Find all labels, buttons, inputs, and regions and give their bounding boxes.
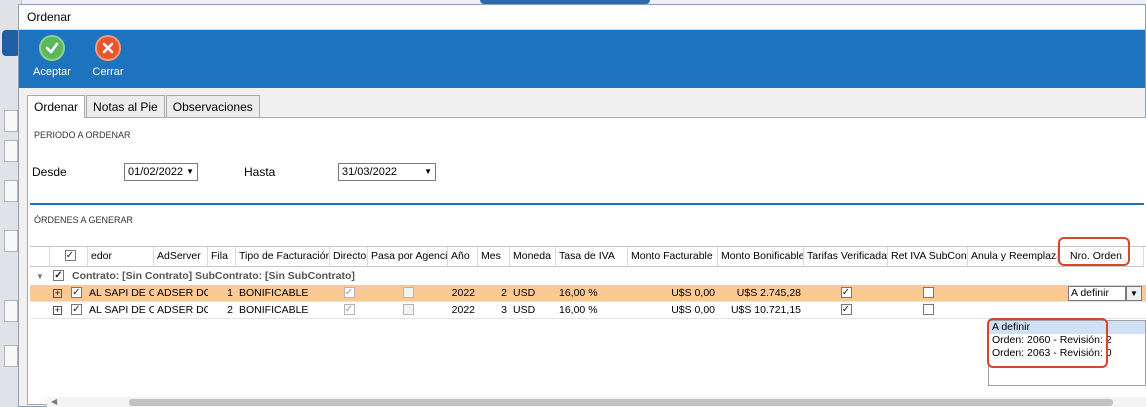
cell-directo: ✓: [343, 286, 355, 298]
ordenar-dialog: Ordenar Aceptar Cerrar Ordenar Notas al …: [18, 4, 1146, 407]
section-divider: [30, 203, 1144, 205]
cell-fila: 1: [227, 287, 233, 299]
column-header-pasa-por-agencia[interactable]: Pasa por Agencia: [368, 247, 448, 267]
background-control: [4, 345, 18, 367]
chevron-down-icon[interactable]: ▼: [186, 167, 194, 176]
expand-icon[interactable]: +: [50, 285, 66, 302]
close-button[interactable]: Cerrar: [80, 35, 136, 88]
column-header-proveedor[interactable]: edor: [88, 247, 154, 267]
header-spacer: [30, 247, 50, 267]
cell-pasa-agencia: [368, 285, 448, 302]
chevron-down-icon[interactable]: ▼: [1126, 286, 1142, 301]
cell-monto-facturable: U$S 0,00: [671, 287, 715, 299]
cell-moneda: USD: [513, 304, 536, 316]
column-header-anio[interactable]: Año: [448, 247, 478, 267]
checkmark-icon: [39, 35, 65, 61]
group-row: ▼ ✓ Contrato: [Sin Contrato] SubContrato…: [30, 268, 1146, 285]
cell-ret-iva[interactable]: [888, 302, 968, 319]
tab-ordenar[interactable]: Ordenar: [27, 95, 86, 118]
row-checkbox[interactable]: ✓: [68, 285, 86, 302]
column-header-tasa-iva[interactable]: Tasa de IVA: [556, 247, 628, 267]
scrollbar-thumb[interactable]: [129, 399, 1113, 406]
table-row[interactable]: + ✓ AL SAPI DE CV ADSER DOL 2 BONIFICABL…: [30, 302, 1146, 319]
to-date-picker[interactable]: 31/03/2022 ▼: [338, 163, 436, 181]
column-header-ret-iva-subcont[interactable]: Ret IVA SubCont: [888, 247, 968, 267]
highlight-nro-orden-header: [1058, 237, 1130, 266]
column-header-mes[interactable]: Mes: [478, 247, 510, 267]
background-control: [4, 140, 18, 162]
background-control: [4, 180, 18, 202]
cell-tarifas-verificadas[interactable]: ✓: [804, 302, 888, 319]
cell-tasa-iva: 16,00 %: [559, 304, 598, 316]
accept-button[interactable]: Aceptar: [24, 35, 80, 88]
background-control: [4, 300, 18, 322]
chevron-down-icon[interactable]: ▼: [424, 167, 432, 176]
table-row[interactable]: + ✓ AL SAPI DE CV ADSER DOL 1 BONIFICABL…: [30, 285, 1146, 302]
cell-tipo: BONIFICABLE: [239, 287, 309, 299]
cell-monto-bonificable: U$S 10.721,15: [730, 304, 801, 316]
period-section-title: PERIODO A ORDENAR: [34, 130, 131, 140]
accept-label: Aceptar: [33, 66, 71, 78]
close-label: Cerrar: [92, 66, 124, 78]
column-header-tipo-facturacion[interactable]: Tipo de Facturación: [236, 247, 330, 267]
column-header-moneda[interactable]: Moneda: [510, 247, 556, 267]
column-header-fila[interactable]: Fila: [208, 247, 236, 267]
cell-moneda: USD: [513, 287, 536, 299]
cell-monto-facturable: U$S 0,00: [671, 304, 715, 316]
expand-icon[interactable]: +: [50, 302, 66, 319]
cell-directo: ✓: [343, 303, 355, 315]
close-icon: [95, 35, 121, 61]
select-all-checkbox[interactable]: ✓: [50, 247, 88, 267]
to-date-value: 31/03/2022: [342, 166, 398, 178]
row-checkbox[interactable]: ✓: [68, 302, 86, 319]
group-label: Contrato: [Sin Contrato] SubContrato: [S…: [72, 270, 355, 282]
cell-ret-iva[interactable]: [888, 285, 968, 302]
cell-proveedor: AL SAPI DE CV: [89, 304, 154, 316]
column-header-monto-facturable[interactable]: Monto Facturable: [628, 247, 718, 267]
column-header-adserver[interactable]: AdServer: [154, 247, 208, 267]
horizontal-scrollbar[interactable]: ◀: [47, 397, 1146, 407]
cell-tasa-iva: 16,00 %: [559, 287, 598, 299]
background-control: [4, 110, 18, 132]
column-header-tarifas-verificadas[interactable]: Tarifas Verificadas: [804, 247, 888, 267]
column-header-directo[interactable]: Directo: [330, 247, 368, 267]
cell-tarifas-verificadas[interactable]: ✓: [804, 285, 888, 302]
cell-tipo: BONIFICABLE: [239, 304, 309, 316]
cell-proveedor: AL SAPI DE CV: [89, 287, 154, 299]
orders-section-title: ÓRDENES A GENERAR: [34, 215, 134, 225]
cell-pasa-agencia: [368, 302, 448, 319]
window-title: Ordenar: [19, 5, 1145, 30]
to-label: Hasta: [244, 165, 276, 179]
cell-adserver: ADSER DOL: [157, 304, 208, 316]
from-date-picker[interactable]: 01/02/2022 ▼: [124, 163, 198, 181]
tab-strip: Ordenar Notas al Pie Observaciones: [27, 95, 261, 118]
ordenar-panel: PERIODO A ORDENAR Desde 01/02/2022 ▼ Has…: [27, 117, 1146, 405]
cell-monto-bonificable: U$S 2.745,28: [736, 287, 801, 299]
highlight-dropdown-options: [987, 318, 1108, 368]
nro-orden-select[interactable]: A definir: [1068, 286, 1126, 301]
scroll-left-icon[interactable]: ◀: [51, 397, 57, 406]
tab-notas-al-pie[interactable]: Notas al Pie: [86, 95, 165, 117]
toolbar-ribbon: Aceptar Cerrar: [19, 30, 1145, 88]
group-collapse-icon[interactable]: ▼: [36, 268, 44, 285]
background-control: [4, 230, 18, 252]
tab-observaciones[interactable]: Observaciones: [165, 95, 260, 117]
group-checkbox[interactable]: ✓: [53, 268, 64, 285]
cell-anio: 2022: [451, 287, 475, 299]
from-date-value: 01/02/2022: [128, 166, 184, 178]
cell-fila: 2: [227, 304, 233, 316]
cell-adserver: ADSER DOL: [157, 287, 208, 299]
orders-grid: ✓ edor AdServer Fila Tipo de Facturación…: [30, 246, 1146, 402]
cell-anio: 2022: [451, 304, 475, 316]
cell-mes: 3: [501, 304, 507, 316]
column-header-monto-bonificable[interactable]: Monto Bonificable: [718, 247, 804, 267]
cell-mes: 2: [501, 287, 507, 299]
column-header-anula-y-reemplaza[interactable]: Anula y Reemplaza: [968, 247, 1058, 267]
from-label: Desde: [32, 165, 67, 179]
